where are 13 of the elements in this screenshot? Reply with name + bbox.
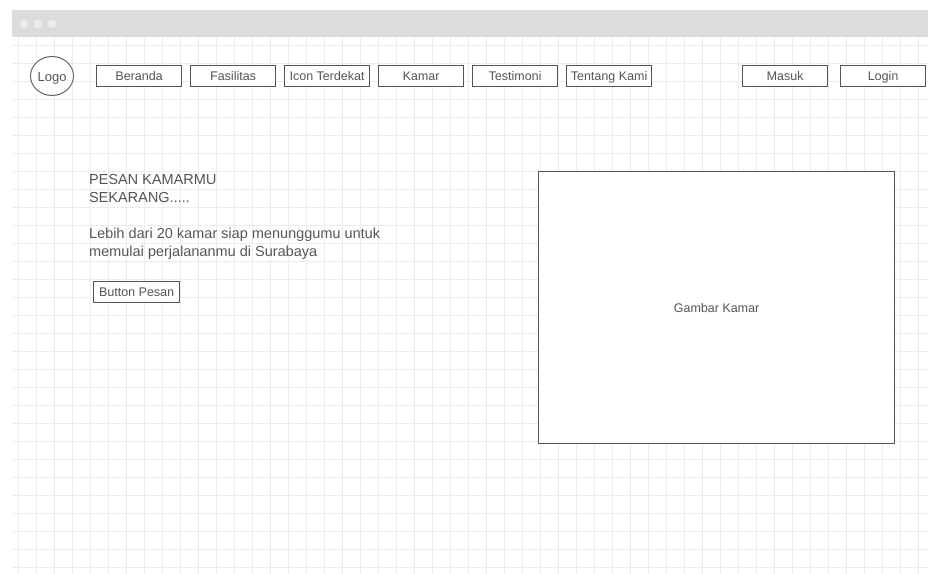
auth-button[interactable]: Masuk [742,65,828,87]
hero-heading: PESAN KAMARMU SEKARANG..... [89,171,218,207]
nav-link[interactable]: Testimoni [472,65,558,87]
nav-link[interactable]: Beranda [96,65,182,87]
auth-button[interactable]: Login [840,65,926,87]
nav-link[interactable]: Fasilitas [190,65,276,87]
image-placeholder-label: Gambar Kamar [674,300,760,314]
nav-link[interactable]: Icon Terdekat [284,65,370,87]
nav-link[interactable]: Kamar [378,65,464,87]
hero-text: Lebih dari 20 kamar siap menunggumu untuk memulai perjalananmu di Surabaya [89,225,381,261]
nav-link[interactable]: Tentang Kami [566,65,652,87]
logo[interactable]: Logo [30,56,74,96]
order-button[interactable]: Button Pesan [93,281,180,303]
